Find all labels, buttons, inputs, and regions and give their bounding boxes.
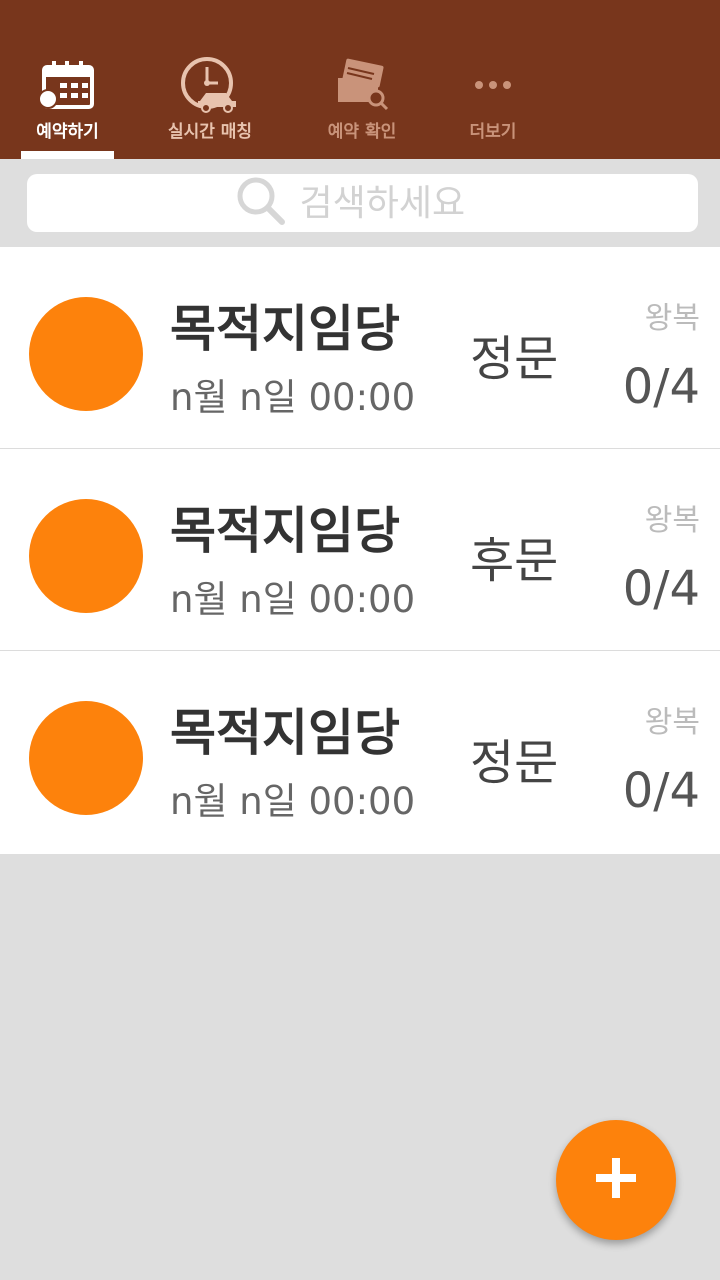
trip-type: 왕복 [644, 503, 700, 538]
datetime: n월 n일 00:00 [170, 578, 416, 621]
destination: 목적지임당 [170, 502, 400, 560]
gate: 정문 [470, 735, 559, 791]
top-tab-bar: 예약하기 실시간 매칭 예약 확인 더보기 [0, 0, 720, 159]
gate: 정문 [470, 331, 559, 387]
destination: 목적지임당 [170, 300, 400, 358]
calendar-icon [38, 55, 98, 115]
datetime: n월 n일 00:00 [170, 780, 416, 823]
tab-more[interactable]: 더보기 [462, 55, 524, 159]
ticket-search-icon [332, 55, 392, 115]
gate: 후문 [470, 533, 559, 589]
search-input[interactable] [299, 182, 490, 224]
list-item[interactable]: 목적지임당 n월 n일 00:00 정문 왕복 0/4 [0, 247, 720, 449]
clock-car-icon [180, 55, 240, 115]
plus-icon [594, 1156, 638, 1204]
active-tab-indicator [21, 151, 114, 159]
list-item[interactable]: 목적지임당 n월 n일 00:00 정문 왕복 0/4 [0, 651, 720, 854]
occupancy-count: 0/4 [622, 561, 700, 617]
search-bar[interactable] [27, 174, 698, 232]
tab-more-label: 더보기 [469, 122, 517, 142]
reservation-list: 목적지임당 n월 n일 00:00 정문 왕복 0/4 목적지임당 n월 n일 … [0, 247, 720, 854]
list-item[interactable]: 목적지임당 n월 n일 00:00 후문 왕복 0/4 [0, 449, 720, 651]
avatar [29, 297, 143, 411]
avatar [29, 701, 143, 815]
tab-realtime-matching[interactable]: 실시간 매칭 [160, 55, 260, 159]
destination: 목적지임당 [170, 704, 400, 762]
occupancy-count: 0/4 [622, 763, 700, 819]
tab-reserve-label: 예약하기 [36, 122, 99, 142]
more-dots-icon [463, 55, 523, 115]
search-icon [236, 176, 286, 230]
datetime: n월 n일 00:00 [170, 376, 416, 419]
occupancy-count: 0/4 [622, 359, 700, 415]
add-reservation-button[interactable] [556, 1120, 676, 1240]
avatar [29, 499, 143, 613]
trip-type: 왕복 [644, 705, 700, 740]
tab-reservation-check[interactable]: 예약 확인 [320, 55, 404, 159]
tab-reserve[interactable]: 예약하기 [21, 55, 114, 159]
tab-reservation-check-label: 예약 확인 [327, 122, 397, 142]
trip-type: 왕복 [644, 301, 700, 336]
tab-realtime-matching-label: 실시간 매칭 [167, 122, 253, 142]
